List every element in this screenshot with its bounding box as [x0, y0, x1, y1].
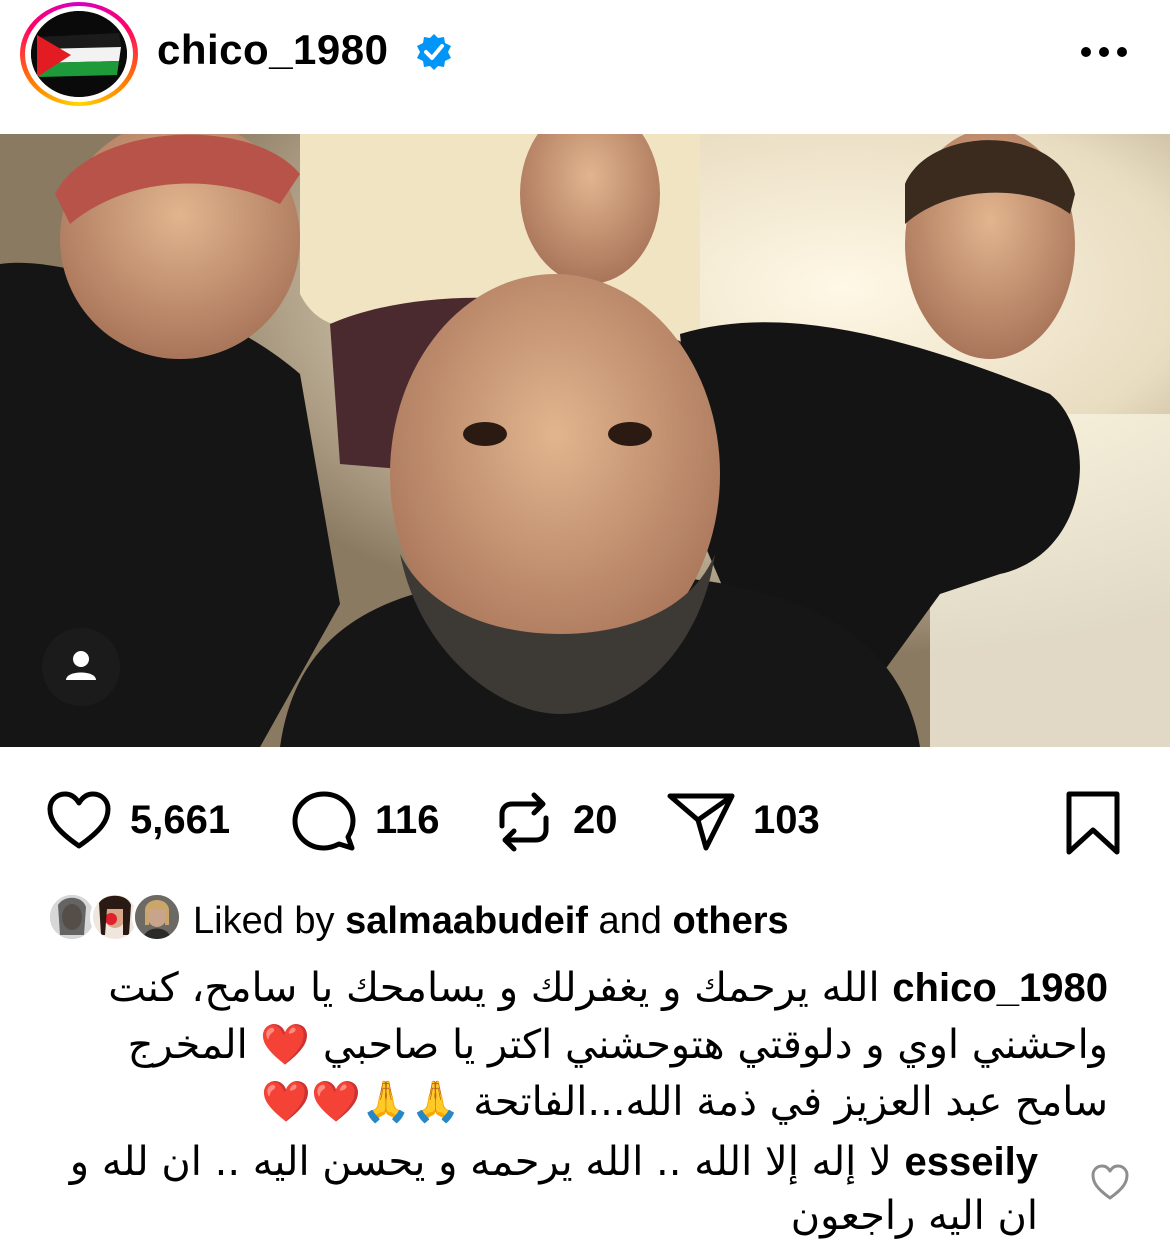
- palestine-flag-avatar: [31, 11, 127, 97]
- likes-count[interactable]: 5,661: [130, 798, 230, 843]
- comment-item: esseily لا إله إلا الله .. الله يرحمه و …: [48, 1135, 1038, 1243]
- liked-by-text: Liked by salmaabudeif and others: [193, 900, 789, 943]
- avatar[interactable]: [31, 11, 127, 97]
- heart-outline-icon[interactable]: [1090, 1163, 1130, 1203]
- liked-by-prefix: Liked by: [193, 900, 346, 942]
- tagged-people-button[interactable]: [42, 628, 120, 706]
- liked-by-others[interactable]: others: [673, 900, 789, 942]
- post-username[interactable]: chico_1980: [157, 26, 389, 74]
- shares-count[interactable]: 103: [753, 798, 820, 843]
- liked-by-user[interactable]: salmaabudeif: [345, 900, 588, 942]
- story-ring[interactable]: [20, 2, 138, 106]
- liker-avatar[interactable]: [132, 892, 182, 942]
- verified-badge-icon: [417, 34, 451, 70]
- caption-username[interactable]: chico_1980: [892, 966, 1108, 1010]
- group-selfie-image: [0, 134, 1170, 747]
- comment-icon[interactable]: [292, 790, 356, 854]
- more-options-icon[interactable]: [1078, 38, 1130, 66]
- comment-text: لا إله إلا الله .. الله يرحمه و يحسن الي…: [69, 1139, 1038, 1239]
- person-icon: [66, 651, 96, 680]
- repost-icon[interactable]: [494, 790, 554, 854]
- liked-by-middle: and: [587, 900, 673, 942]
- post-header: chico_1980: [0, 0, 1170, 134]
- send-icon[interactable]: [666, 790, 736, 852]
- bookmark-icon[interactable]: [1065, 790, 1121, 856]
- heart-icon[interactable]: [46, 790, 112, 852]
- comment-username[interactable]: esseily: [905, 1140, 1038, 1184]
- reposts-count[interactable]: 20: [573, 798, 618, 843]
- liked-by-row[interactable]: Liked by salmaabudeif and others: [0, 880, 1170, 950]
- comments-count[interactable]: 116: [375, 798, 440, 843]
- post-photo[interactable]: [0, 134, 1170, 747]
- action-bar: 5,661 116 20 103: [0, 780, 1170, 860]
- post-caption: chico_1980 الله يرحمك و يغفرلك و يسامحك …: [48, 960, 1108, 1131]
